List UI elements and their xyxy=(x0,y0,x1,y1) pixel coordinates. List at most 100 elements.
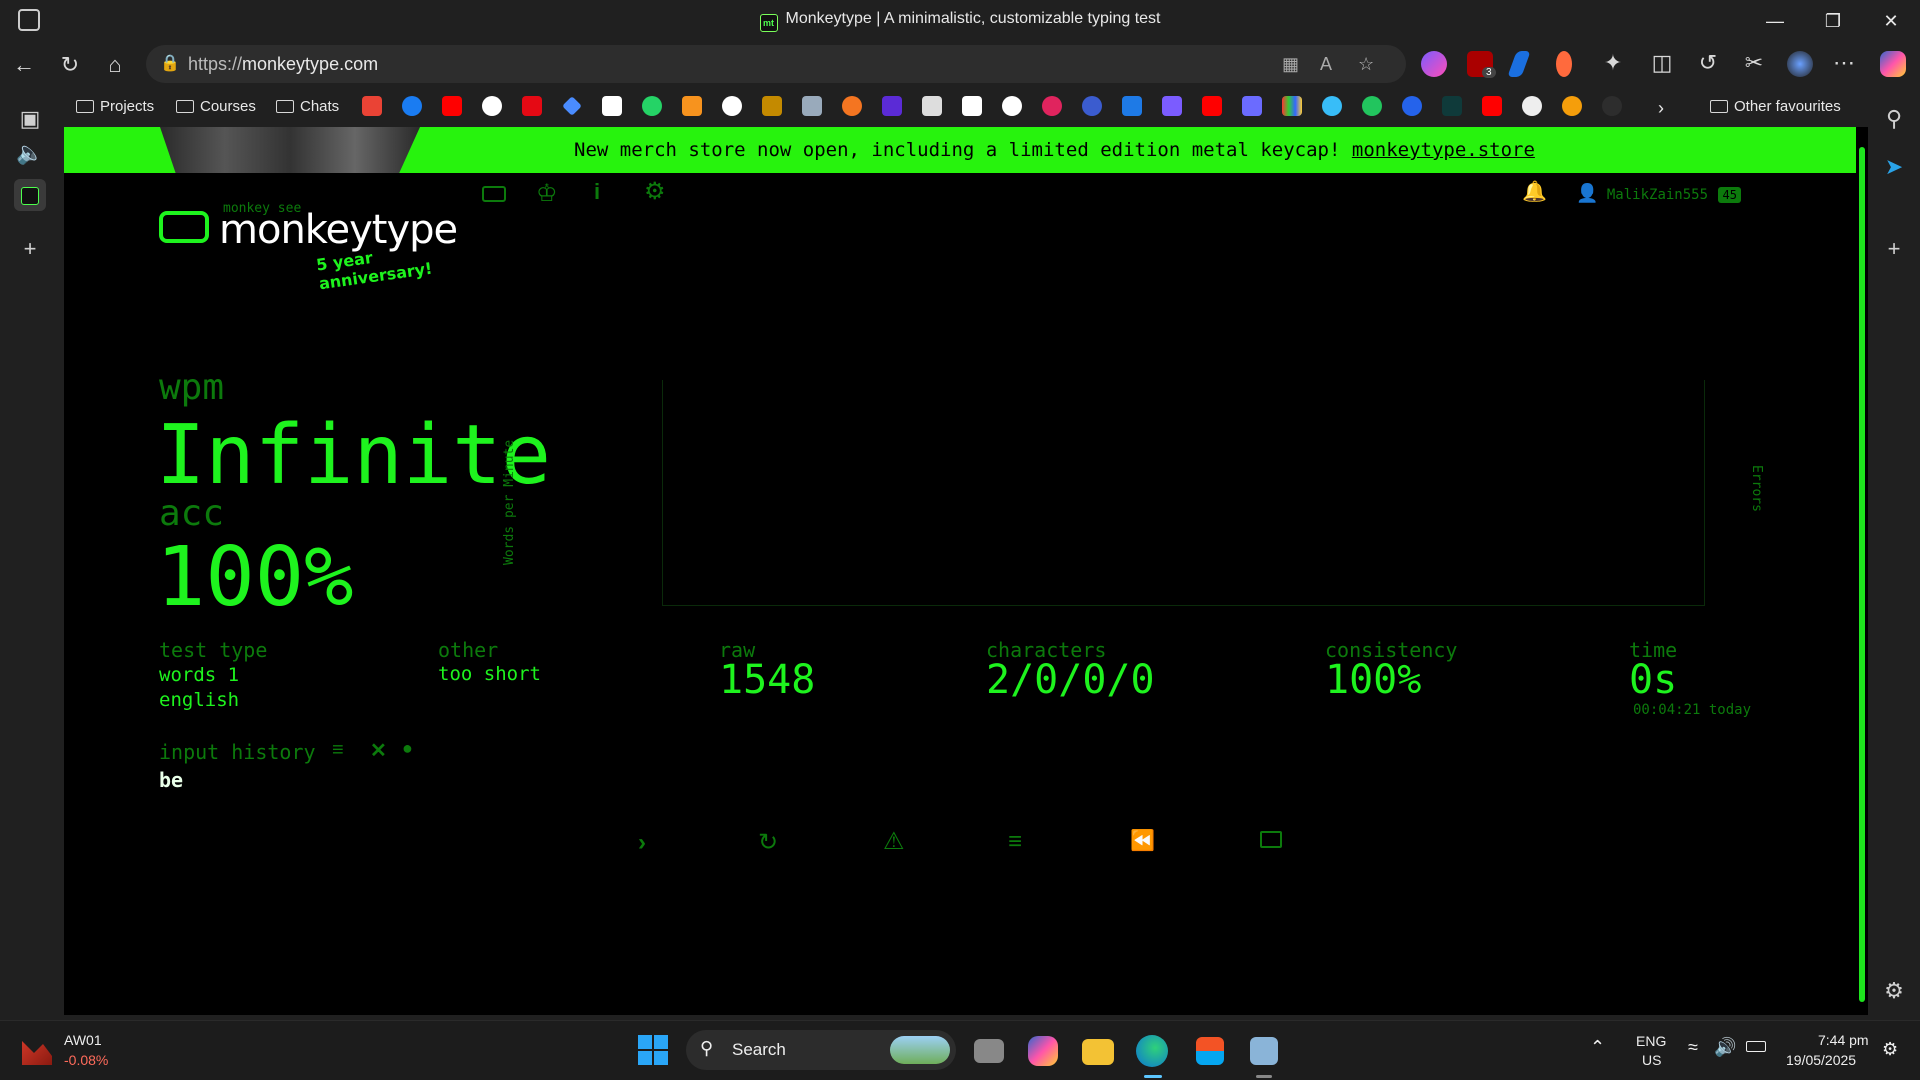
site-icon-blue[interactable] xyxy=(1082,96,1102,116)
extensions-puzzle-icon[interactable]: ✦ xyxy=(1597,47,1629,79)
sidebar-settings-gear-icon[interactable]: ⚙ xyxy=(1878,975,1910,1007)
microsoft-store-icon[interactable] xyxy=(1196,1037,1224,1065)
sidebar-add-icon[interactable]: + xyxy=(1878,233,1910,265)
tailwind-icon[interactable] xyxy=(1322,96,1342,116)
back-arrow-icon[interactable]: ← xyxy=(8,49,40,81)
language-line2[interactable]: US xyxy=(1642,1052,1661,1068)
new-tab-plus-icon[interactable]: + xyxy=(14,233,46,265)
extension-icon-4[interactable] xyxy=(1556,51,1572,77)
vertical-tabs-icon[interactable]: ▣ xyxy=(14,103,46,135)
home-icon[interactable]: ⌂ xyxy=(99,49,131,81)
next-test-chevron-icon[interactable]: › xyxy=(638,829,646,857)
notifications-bell-icon[interactable]: 🔔 xyxy=(1522,179,1547,204)
merch-store-link[interactable]: monkeytype.store xyxy=(1352,139,1535,161)
site-icon-flag[interactable] xyxy=(1122,96,1142,116)
site-icon-bars[interactable] xyxy=(1282,96,1302,116)
clock-date[interactable]: 19/05/2025 xyxy=(1786,1052,1856,1068)
gmail-icon[interactable] xyxy=(362,96,382,116)
site-icon-grey[interactable] xyxy=(922,96,942,116)
site-icon-dim[interactable] xyxy=(1602,96,1622,116)
refresh-icon[interactable]: ↻ xyxy=(54,49,86,81)
whatsapp-icon[interactable] xyxy=(642,96,662,116)
page-scrollbar[interactable] xyxy=(1856,127,1868,1015)
errors-x-icon[interactable]: ✕ xyxy=(370,738,387,763)
burst-fire-icon[interactable]: ● xyxy=(402,738,413,759)
read-aloud-icon[interactable]: A xyxy=(1320,45,1332,83)
scrollbar-thumb[interactable] xyxy=(1859,147,1865,1002)
language-line1[interactable]: ENG xyxy=(1636,1033,1666,1049)
site-icon-a[interactable] xyxy=(602,96,622,116)
profile-avatar[interactable] xyxy=(1787,51,1813,77)
app-taskbar-icon[interactable] xyxy=(1250,1037,1278,1065)
site-icon-dark[interactable] xyxy=(1442,96,1462,116)
github-icon[interactable] xyxy=(722,96,742,116)
copilot-taskbar-icon[interactable] xyxy=(1028,1036,1058,1066)
restart-refresh-icon[interactable]: ↻ xyxy=(758,828,778,857)
task-view-icon[interactable] xyxy=(974,1039,1004,1063)
extension-icon-1[interactable] xyxy=(1421,51,1447,77)
show-words-history-icon[interactable]: ≡ xyxy=(1008,828,1022,856)
crunchyroll-icon[interactable] xyxy=(842,96,862,116)
site-icon-white-circle[interactable] xyxy=(1522,96,1542,116)
search-icon[interactable]: ⚲ xyxy=(1878,103,1910,135)
site-icon-green[interactable] xyxy=(1362,96,1382,116)
show-hidden-icons-chevron-icon[interactable]: ⌃ xyxy=(1590,1037,1605,1058)
keyboard-icon[interactable] xyxy=(482,186,506,202)
history-icon[interactable]: ↺ xyxy=(1692,47,1724,79)
notifications-icon[interactable]: ⚙ xyxy=(1882,1039,1898,1060)
netflix-icon[interactable] xyxy=(522,96,542,116)
site-icon-fox[interactable] xyxy=(1562,96,1582,116)
telegram-icon[interactable]: ➤ xyxy=(1878,151,1910,183)
split-screen-icon[interactable]: ◫ xyxy=(1646,47,1678,79)
windows-start-icon[interactable] xyxy=(638,1035,668,1065)
chatgpt-icon[interactable] xyxy=(482,96,502,116)
clock-time[interactable]: 7:44 pm xyxy=(1818,1032,1869,1048)
youtube-icon-2[interactable] xyxy=(1202,96,1222,116)
volume-icon[interactable]: 🔊 xyxy=(1714,1037,1736,1058)
site-icon-e[interactable] xyxy=(1402,96,1422,116)
favourite-star-icon[interactable]: ☆ xyxy=(1358,45,1374,83)
edge-browser-icon[interactable] xyxy=(1136,1035,1168,1067)
minimize-button[interactable]: — xyxy=(1752,6,1798,36)
site-icon-orange[interactable] xyxy=(682,96,702,116)
bookmark-folder-courses[interactable]: Courses xyxy=(176,98,256,115)
stock-widget-icon[interactable] xyxy=(22,1041,52,1065)
account-button[interactable]: 👤 MalikZain555 45 xyxy=(1576,183,1741,205)
screenshot-icon[interactable]: ✂ xyxy=(1738,47,1770,79)
copilot-icon[interactable] xyxy=(1880,51,1906,77)
save-screenshot-image-icon[interactable] xyxy=(1260,831,1282,848)
messenger-icon[interactable] xyxy=(402,96,422,116)
toggle-words-icon[interactable]: ≡ xyxy=(332,739,344,762)
more-menu-icon[interactable]: ⋯ xyxy=(1828,47,1860,79)
youtube-icon[interactable] xyxy=(442,96,462,116)
app-available-icon[interactable]: ▦ xyxy=(1282,45,1299,83)
restore-button[interactable]: ❐ xyxy=(1810,6,1856,36)
logo[interactable]: monkey see monkeytype 5 year anniversary… xyxy=(159,201,469,293)
site-icon-t[interactable] xyxy=(962,96,982,116)
about-info-icon[interactable]: i xyxy=(594,179,600,205)
site-icon-triangle[interactable] xyxy=(1002,96,1022,116)
bookmark-folder-projects[interactable]: Projects xyxy=(76,98,154,115)
battery-icon[interactable] xyxy=(1746,1041,1766,1052)
youtube-icon-3[interactable] xyxy=(1482,96,1502,116)
site-icon-x[interactable] xyxy=(1242,96,1262,116)
settings-gear-icon[interactable]: ⚙ xyxy=(644,177,666,206)
leaderboard-crown-icon[interactable]: ♔ xyxy=(536,179,558,208)
bookmark-folder-chats[interactable]: Chats xyxy=(276,98,339,115)
extension-icon-3[interactable] xyxy=(1507,51,1531,77)
practice-warning-icon[interactable]: ⚠ xyxy=(883,827,905,856)
close-window-button[interactable]: ✕ xyxy=(1868,6,1914,36)
site-icon-multi[interactable] xyxy=(1162,96,1182,116)
site-icon-red-circle[interactable] xyxy=(1042,96,1062,116)
bookmark-folder-other-favourites[interactable]: Other favourites xyxy=(1710,98,1841,115)
watch-replay-rewind-icon[interactable]: ⏪ xyxy=(1130,828,1155,853)
monkeytype-tab-icon[interactable] xyxy=(14,179,46,211)
url-input[interactable]: 🔒 https://monkeytype.com ▦ A ☆ xyxy=(146,45,1406,83)
taskbar-search-box[interactable]: ⚲ Search xyxy=(686,1030,956,1070)
site-icon-in[interactable] xyxy=(762,96,782,116)
site-icon-doc[interactable] xyxy=(802,96,822,116)
bookmarks-overflow-chevron-icon[interactable]: › xyxy=(1658,98,1664,119)
file-explorer-icon[interactable] xyxy=(1082,1039,1114,1065)
audio-tab-icon[interactable]: 🔈 xyxy=(14,137,46,169)
site-icon-purple[interactable] xyxy=(882,96,902,116)
